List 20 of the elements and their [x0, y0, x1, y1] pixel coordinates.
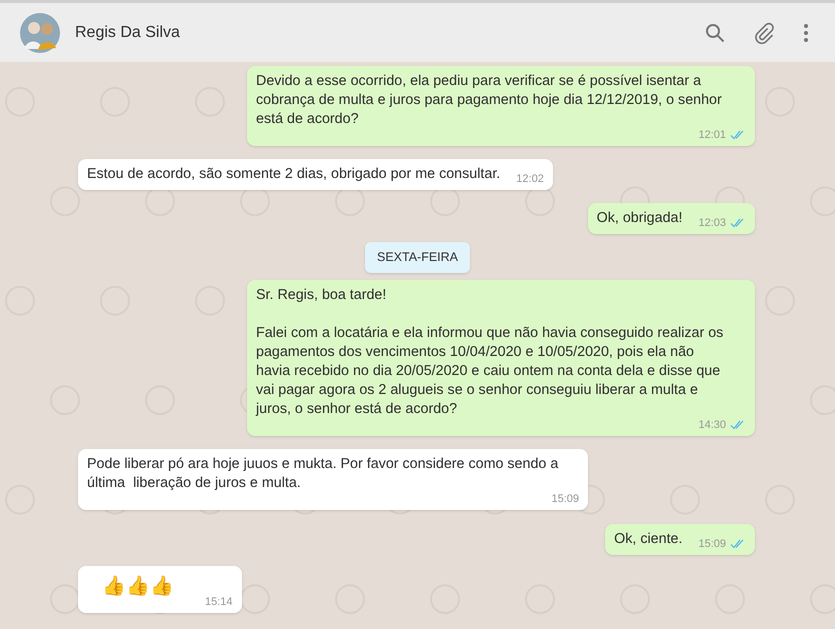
message-time: 12:03	[698, 216, 726, 230]
message-text: 👍👍👍	[101, 574, 175, 598]
message-text: Estou de acordo, são somente 2 dias, obrigado por me consultar.	[87, 165, 500, 184]
paperclip-icon[interactable]	[753, 22, 775, 44]
message-text: Ok, obrigada!	[596, 209, 682, 228]
menu-icon[interactable]	[803, 22, 809, 42]
date-label: SEXTA-FEIRA	[364, 242, 470, 273]
message-text: Pode liberar pó ara hoje juuos e mukta. Por favor considere como sendo a última liberação de juros e multa.	[87, 454, 560, 493]
message-text: Ok, ciente.	[614, 530, 682, 549]
message-text: Sr. Regis, boa tarde! Falei com a locatária e ela informou que não havia conseguido realizar os pagamentos dos vencimentos 10/04/2020 e 10/05/2020, pois ela não havia recebido no dia 20/05/2020 e caiu ontem na conta dela e disse que vai pagar agora os 2 alugueis se o senhor conseguiu liberar a multa e juros, o senhor está de acordo?	[256, 286, 724, 419]
message-time: 12:02	[516, 172, 544, 186]
avatar-icon	[20, 12, 60, 52]
message-time: 14:30	[698, 418, 726, 432]
message-time: 15:09	[698, 536, 726, 551]
message-time: 15:14	[205, 594, 233, 609]
message-time: 15:09	[551, 492, 579, 506]
contact-name: Regis Da Silva	[75, 22, 180, 42]
message-text: Devido a esse ocorrido, ela pediu para verificar se é possível isentar a cobrança de multa e juros para pagamento hoje dia 12/12/2019, o senhor está de acordo?	[256, 72, 723, 129]
message-time: 12:01	[698, 128, 726, 142]
search-icon[interactable]	[705, 22, 725, 42]
